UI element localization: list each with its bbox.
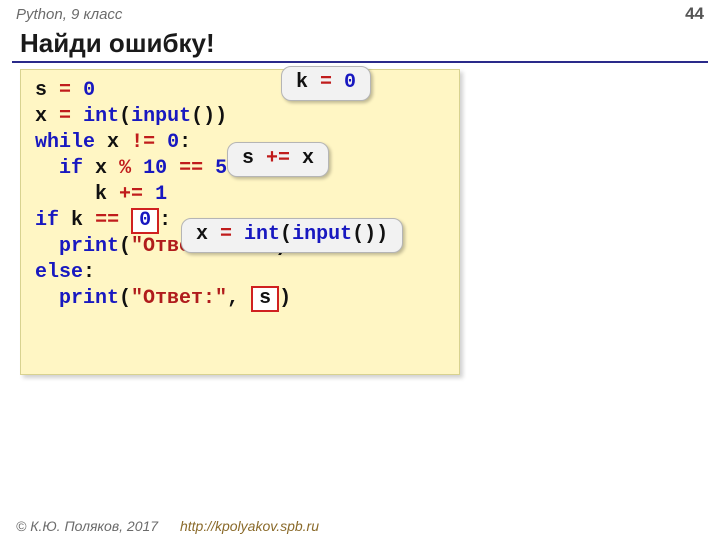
footer-url: http://kpolyakov.spb.ru	[180, 518, 319, 534]
course-label: Python, 9 класс	[16, 6, 122, 23]
code-line-1: s = 0	[35, 78, 445, 104]
footer: © К.Ю. Поляков, 2017 http://kpolyakov.sp…	[16, 518, 319, 534]
copyright: © К.Ю. Поляков, 2017	[16, 518, 158, 534]
bubble-k-eq-0: k = 0	[281, 66, 371, 101]
code-line-8: else:	[35, 260, 445, 286]
code-line-2: x = int(input())	[35, 104, 445, 130]
code-line-5: k += 1	[35, 182, 445, 208]
header: Python, 9 класс 44	[0, 0, 720, 26]
bubble-s-plus-eq-x: s += x	[227, 142, 329, 177]
slide-title: Найди ошибку!	[0, 26, 720, 61]
code-line-9: print("Ответ:", s)	[35, 286, 445, 312]
code-block: s = 0 x = int(input()) while x != 0: if …	[20, 69, 460, 375]
page-number: 44	[685, 4, 704, 24]
patch-zero: 0	[131, 208, 159, 234]
bubble-x-eq-int-input: x = int(input())	[181, 218, 403, 253]
title-underline	[12, 61, 708, 63]
patch-s: s	[251, 286, 279, 312]
